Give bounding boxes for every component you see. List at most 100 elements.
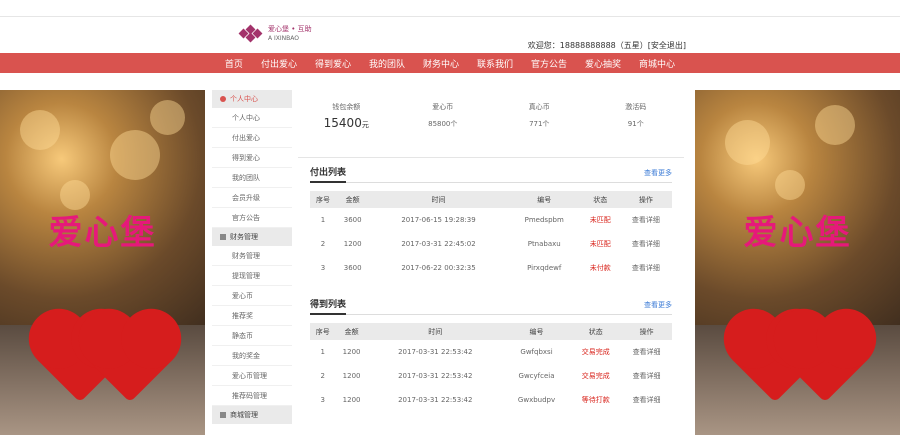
sidebar-item-static-coin[interactable]: 静态币 xyxy=(212,326,292,346)
nav-announcements[interactable]: 官方公告 xyxy=(522,57,576,70)
cell-status: 交易完成 xyxy=(581,348,610,356)
site-logo[interactable]: 爱心堡 • 互助 A IXINBAO xyxy=(238,24,312,43)
get-list-more-link[interactable]: 查看更多 xyxy=(644,300,672,314)
stat-label: 激活码 xyxy=(625,103,647,111)
cell-status: 等待打款 xyxy=(581,396,610,404)
nav-contact[interactable]: 联系我们 xyxy=(468,57,522,70)
stat-wallet: 钱包余额 15400元 xyxy=(298,90,395,157)
pay-list-section: 付出列表 查看更多 序号 金额 时间 编号 状态 操作 1 3600 2017-… xyxy=(298,158,684,280)
table-header-row: 序号 金额 时间 编号 状态 操作 xyxy=(310,323,672,340)
sidebar-group-label: 商城管理 xyxy=(230,411,258,419)
stat-value: 15400元 xyxy=(323,116,369,130)
col-amount: 金额 xyxy=(336,191,370,208)
sidebar-item-personal-center[interactable]: 个人中心 xyxy=(212,108,292,128)
view-detail-link[interactable]: 查看详细 xyxy=(621,364,672,388)
nav-lottery[interactable]: 爱心抽奖 xyxy=(576,57,630,70)
table-row: 2 1200 2017-03-31 22:53:42 Gwcyfceia 交易完… xyxy=(310,364,672,388)
table-row: 3 3600 2017-06-22 00:32:35 Pirxqdewf 未付款… xyxy=(310,256,672,280)
cell-amount: 1200 xyxy=(342,396,361,404)
cell-status: 交易完成 xyxy=(581,372,610,380)
cell-index: 1 xyxy=(320,348,325,356)
nav-get-love[interactable]: 得到爱心 xyxy=(306,57,360,70)
top-strip xyxy=(0,0,900,17)
cell-amount: 1200 xyxy=(342,348,361,356)
logo-flower-icon xyxy=(238,24,264,43)
view-detail-link[interactable]: 查看详细 xyxy=(621,388,672,412)
stat-label: 爱心币 xyxy=(432,103,454,111)
cell-time: 2017-03-31 22:45:02 xyxy=(401,240,476,248)
sidebar-group-mall[interactable]: 商城管理 xyxy=(212,406,292,424)
sidebar-group-personal[interactable]: 个人中心 xyxy=(212,90,292,108)
sidebar-item-finance[interactable]: 财务管理 xyxy=(212,246,292,266)
sidebar-item-upgrade[interactable]: 会员升级 xyxy=(212,188,292,208)
nav-home[interactable]: 首页 xyxy=(216,57,252,70)
wallet-icon xyxy=(220,234,226,240)
sidebar-item-my-bonus[interactable]: 我的奖金 xyxy=(212,346,292,366)
cell-amount: 3600 xyxy=(343,264,362,272)
stat-value: 771个 xyxy=(529,120,550,128)
col-status: 状态 xyxy=(580,191,620,208)
stat-love-coin: 爱心币 85800个 xyxy=(395,90,492,157)
sidebar-group-finance[interactable]: 财务管理 xyxy=(212,228,292,246)
logo-text: 爱心堡 • 互助 A IXINBAO xyxy=(268,25,312,43)
cell-code: Gwfqbxsi xyxy=(520,348,553,356)
get-list-table: 序号 金额 时间 编号 状态 操作 1 1200 2017-03-31 22:5… xyxy=(310,323,672,412)
main-nav: 首页 付出爱心 得到爱心 我的团队 财务中心 联系我们 官方公告 爱心抽奖 商城… xyxy=(0,53,900,73)
col-time: 时间 xyxy=(369,191,508,208)
sidebar-item-love-coin[interactable]: 爱心币 xyxy=(212,286,292,306)
col-status: 状态 xyxy=(570,323,622,340)
col-amount: 金额 xyxy=(335,323,368,340)
nav-mall[interactable]: 商城中心 xyxy=(630,57,684,70)
table-row: 1 3600 2017-06-15 19:28:39 Pmedspbm 未匹配 … xyxy=(310,208,672,232)
cell-index: 3 xyxy=(320,396,325,404)
col-action: 操作 xyxy=(619,191,672,208)
stats-row: 钱包余额 15400元 爱心币 85800个 真心币 771个 激活码 91个 xyxy=(298,90,684,158)
col-code: 编号 xyxy=(502,323,571,340)
pay-list-more-link[interactable]: 查看更多 xyxy=(644,168,672,182)
stat-label: 真心币 xyxy=(528,103,550,111)
cell-index: 1 xyxy=(320,216,326,224)
nav-give-love[interactable]: 付出爱心 xyxy=(252,57,306,70)
view-detail-link[interactable]: 查看详细 xyxy=(620,208,672,232)
get-list-title: 得到列表 xyxy=(310,297,347,315)
table-row: 3 1200 2017-03-31 22:53:42 Gwxbudpv 等待打款… xyxy=(310,388,672,412)
sidebar-item-announcements[interactable]: 官方公告 xyxy=(212,208,292,228)
stat-activation-code: 激活码 91个 xyxy=(588,90,685,157)
sidebar-item-referral-bonus[interactable]: 推荐奖 xyxy=(212,306,292,326)
sidebar-item-my-team[interactable]: 我的团队 xyxy=(212,168,292,188)
cell-code: Ptnabaxu xyxy=(527,240,561,248)
cell-index: 3 xyxy=(320,264,326,272)
stat-value: 91个 xyxy=(627,120,644,128)
stat-true-coin: 真心币 771个 xyxy=(491,90,588,157)
cell-code: Pmedspbm xyxy=(524,216,564,224)
sidebar-item-code-manage[interactable]: 推荐码管理 xyxy=(212,386,292,406)
col-index: 序号 xyxy=(310,323,336,340)
logo-en: A IXINBAO xyxy=(268,35,299,42)
view-detail-link[interactable]: 查看详细 xyxy=(620,256,672,280)
get-list-section: 得到列表 查看更多 序号 金额 时间 编号 状态 操作 1 1200 2017-… xyxy=(298,290,684,412)
col-action: 操作 xyxy=(621,323,672,340)
nav-finance[interactable]: 财务中心 xyxy=(414,57,468,70)
cell-status: 未付款 xyxy=(589,264,611,272)
col-index: 序号 xyxy=(310,191,337,208)
welcome-text[interactable]: 欢迎您：18888888888（五星）[安全退出] xyxy=(528,40,686,51)
table-row: 2 1200 2017-03-31 22:45:02 Ptnabaxu 未匹配 … xyxy=(310,232,672,256)
sidebar-item-withdraw[interactable]: 提现管理 xyxy=(212,266,292,286)
cell-time: 2017-03-31 22:53:42 xyxy=(398,372,473,380)
cell-amount: 1200 xyxy=(343,240,362,248)
cell-index: 2 xyxy=(320,372,325,380)
sidebar-item-coin-manage[interactable]: 爱心币管理 xyxy=(212,366,292,386)
banner-title-right: 爱心堡 xyxy=(743,213,852,253)
right-banner-image: 爱心堡 xyxy=(695,90,900,435)
cell-code: Pirxqdewf xyxy=(527,264,562,272)
sidebar-item-get-love[interactable]: 得到爱心 xyxy=(212,148,292,168)
get-list-header: 得到列表 查看更多 xyxy=(310,290,672,315)
pay-list-header: 付出列表 查看更多 xyxy=(310,158,672,183)
view-detail-link[interactable]: 查看详细 xyxy=(621,340,672,364)
view-detail-link[interactable]: 查看详细 xyxy=(620,232,672,256)
sidebar-item-give-love[interactable]: 付出爱心 xyxy=(212,128,292,148)
nav-my-team[interactable]: 我的团队 xyxy=(360,57,414,70)
cart-icon xyxy=(220,412,226,418)
sidebar-group-label: 财务管理 xyxy=(230,233,258,241)
cell-status: 未匹配 xyxy=(589,216,611,224)
